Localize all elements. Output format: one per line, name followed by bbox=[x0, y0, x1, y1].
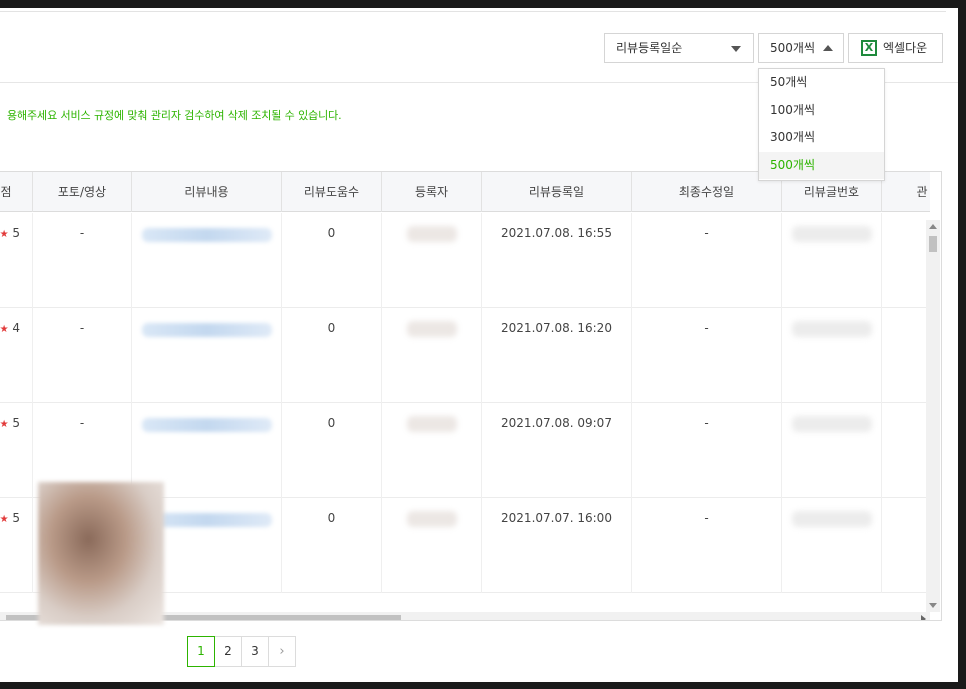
page-3-button[interactable]: 3 bbox=[241, 636, 269, 667]
star-icon: ★ bbox=[0, 229, 9, 240]
page-1-button[interactable]: 1 bbox=[187, 636, 215, 667]
count-option-50[interactable]: 50개씩 bbox=[759, 69, 884, 97]
registered-cell: 2021.07.08. 16:55 bbox=[482, 213, 632, 308]
photo-cell: - bbox=[33, 308, 132, 403]
header-rating[interactable]: 점 bbox=[0, 172, 33, 212]
content-cell[interactable] bbox=[132, 308, 282, 403]
excel-icon: X bbox=[861, 40, 877, 56]
page-2-button[interactable]: 2 bbox=[214, 636, 242, 667]
sort-select-value: 리뷰등록일순 bbox=[616, 41, 683, 55]
review-link[interactable] bbox=[141, 323, 272, 337]
content-cell[interactable] bbox=[132, 213, 282, 308]
registered-cell: 2021.07.08. 09:07 bbox=[482, 403, 632, 498]
top-divider bbox=[0, 11, 946, 12]
review-no-cell bbox=[782, 403, 882, 498]
header-photo[interactable]: 포토/영상 bbox=[33, 172, 132, 212]
chevron-up-icon bbox=[823, 45, 833, 51]
review-no-cell bbox=[782, 213, 882, 308]
writer-cell bbox=[382, 308, 482, 403]
rating-cell: ★ 4 bbox=[0, 308, 33, 403]
count-option-100[interactable]: 100개씩 bbox=[759, 97, 884, 125]
registered-cell: 2021.07.07. 16:00 bbox=[482, 498, 632, 593]
modified-cell: - bbox=[632, 308, 782, 403]
star-icon: ★ bbox=[0, 419, 9, 430]
count-option-300[interactable]: 300개씩 bbox=[759, 124, 884, 152]
review-photo-thumbnail[interactable] bbox=[38, 482, 164, 625]
review-no bbox=[791, 226, 872, 242]
review-no-cell bbox=[782, 308, 882, 403]
review-no bbox=[791, 511, 872, 527]
notice-text: 용해주세요 서비스 규정에 맞춰 관리자 검수하여 삭제 조치될 수 있습니다. bbox=[7, 109, 342, 122]
writer-cell bbox=[382, 498, 482, 593]
review-no bbox=[791, 321, 872, 337]
excel-download-label: 엑셀다운 bbox=[883, 41, 928, 55]
review-no-cell bbox=[782, 498, 882, 593]
vertical-scrollbar[interactable] bbox=[926, 220, 940, 612]
writer-name bbox=[406, 511, 457, 527]
table-row[interactable]: ★ 4 - 0 2021.07.08. 16:20 - bbox=[0, 308, 928, 403]
review-link[interactable] bbox=[141, 228, 272, 242]
chevron-down-icon bbox=[731, 46, 741, 52]
pagination: 1 2 3 › bbox=[187, 636, 296, 667]
header-manage[interactable]: 관 bbox=[882, 172, 941, 212]
helpful-cell: 0 bbox=[282, 403, 382, 498]
review-link[interactable] bbox=[141, 418, 272, 432]
count-select-value: 500개씩 bbox=[770, 41, 815, 55]
scroll-up-icon[interactable] bbox=[929, 224, 937, 229]
writer-name bbox=[406, 226, 457, 242]
review-no bbox=[791, 416, 872, 432]
helpful-cell: 0 bbox=[282, 213, 382, 308]
writer-name bbox=[406, 416, 457, 432]
helpful-cell: 0 bbox=[282, 498, 382, 593]
helpful-cell: 0 bbox=[282, 308, 382, 403]
modified-cell: - bbox=[632, 213, 782, 308]
modified-cell: - bbox=[632, 498, 782, 593]
scroll-right-icon[interactable] bbox=[921, 615, 926, 620]
registered-cell: 2021.07.08. 16:20 bbox=[482, 308, 632, 403]
chevron-right-icon[interactable]: › bbox=[268, 636, 296, 667]
scroll-down-icon[interactable] bbox=[929, 603, 937, 608]
star-icon: ★ bbox=[0, 324, 9, 335]
count-dropdown-menu: 50개씩 100개씩 300개씩 500개씩 bbox=[758, 68, 885, 181]
star-icon: ★ bbox=[0, 514, 9, 525]
header-writer[interactable]: 등록자 bbox=[382, 172, 482, 212]
writer-name bbox=[406, 321, 457, 337]
photo-cell: - bbox=[33, 213, 132, 308]
writer-cell bbox=[382, 213, 482, 308]
rating-cell: ★ 5 bbox=[0, 498, 33, 593]
count-option-500[interactable]: 500개씩 bbox=[759, 151, 884, 179]
excel-download-button[interactable]: X 엑셀다운 bbox=[848, 33, 943, 63]
review-management-panel: 리뷰등록일순 500개씩 X 엑셀다운 50개씩 100개씩 300개씩 500… bbox=[0, 8, 958, 682]
table-row[interactable]: ★ 5 - 0 2021.07.08. 16:55 - bbox=[0, 213, 928, 308]
rating-cell: ★ 5 bbox=[0, 403, 33, 498]
vertical-scroll-thumb[interactable] bbox=[929, 236, 937, 252]
notice-container: 용해주세요 서비스 규정에 맞춰 관리자 검수하여 삭제 조치될 수 있습니다. bbox=[7, 103, 407, 123]
writer-cell bbox=[382, 403, 482, 498]
sort-select[interactable]: 리뷰등록일순 bbox=[604, 33, 754, 63]
header-content[interactable]: 리뷰내용 bbox=[132, 172, 282, 212]
rating-cell: ★ 5 bbox=[0, 213, 33, 308]
header-helpful[interactable]: 리뷰도움수 bbox=[282, 172, 382, 212]
modified-cell: - bbox=[632, 403, 782, 498]
header-registered[interactable]: 리뷰등록일 bbox=[482, 172, 632, 212]
count-select[interactable]: 500개씩 bbox=[758, 33, 844, 63]
